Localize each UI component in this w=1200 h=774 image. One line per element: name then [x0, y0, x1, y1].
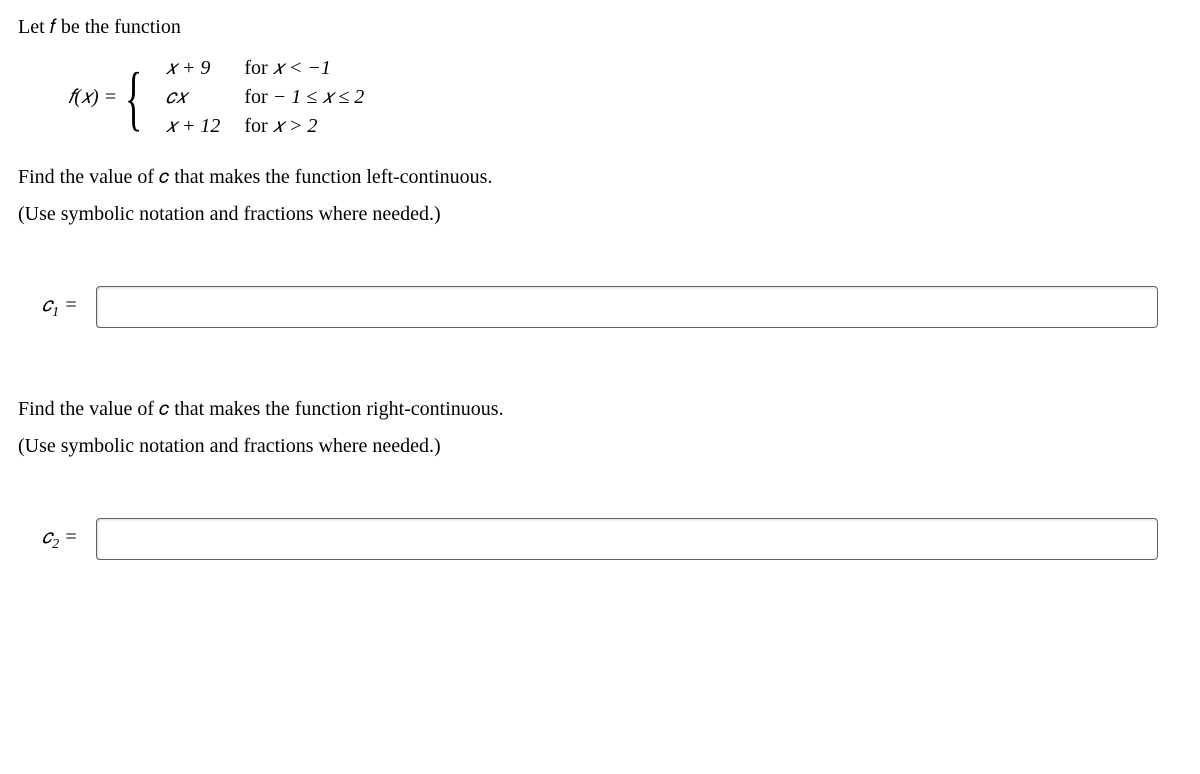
question-1-prompt: Find the value of 𝑐 that makes the funct…: [18, 166, 1182, 189]
case-cond: for 𝑥 > 2: [244, 115, 364, 138]
question-1-hint: (Use symbolic notation and fractions whe…: [18, 203, 1182, 226]
answer-2-label: 𝑐2 =: [42, 526, 78, 553]
answer-2-input[interactable]: [96, 518, 1158, 560]
case-cond: for − 1 ≤ 𝑥 ≤ 2: [244, 86, 364, 109]
intro-text: Let 𝑓 be the function: [18, 16, 1182, 39]
answer-row-2: 𝑐2 =: [18, 518, 1182, 560]
question-2-prompt: Find the value of 𝑐 that makes the funct…: [18, 398, 1182, 421]
case-expr: 𝑐𝑥: [166, 86, 221, 109]
answer-row-1: 𝑐1 =: [18, 286, 1182, 328]
answer-1-label: 𝑐1 =: [42, 294, 78, 321]
answer-1-input[interactable]: [96, 286, 1158, 328]
case-cond: for 𝑥 < −1: [244, 57, 364, 80]
piecewise-cases: 𝑥 + 9 for 𝑥 < −1 𝑐𝑥 for − 1 ≤ 𝑥 ≤ 2 𝑥 + …: [166, 57, 365, 138]
case-expr: 𝑥 + 9: [166, 57, 221, 80]
brace-icon: {: [125, 62, 142, 134]
function-lhs: 𝑓(𝑥) =: [68, 86, 117, 109]
function-definition: 𝑓(𝑥) = { 𝑥 + 9 for 𝑥 < −1 𝑐𝑥 for − 1 ≤ 𝑥…: [68, 57, 1182, 138]
question-2-hint: (Use symbolic notation and fractions whe…: [18, 435, 1182, 458]
case-expr: 𝑥 + 12: [166, 115, 221, 138]
